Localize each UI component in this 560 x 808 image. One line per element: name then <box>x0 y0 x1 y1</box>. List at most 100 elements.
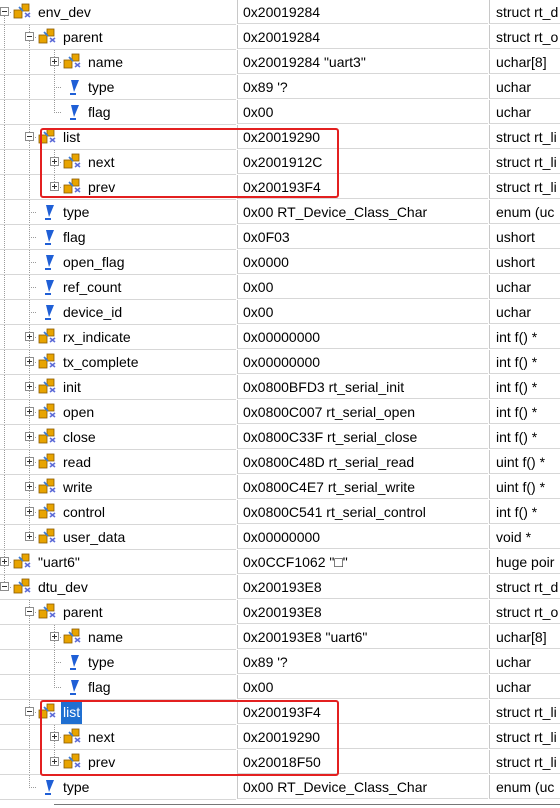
name-cell[interactable]: close <box>0 425 236 450</box>
name-cell[interactable]: write <box>0 475 236 500</box>
expand-toggle-icon[interactable] <box>25 332 34 341</box>
expand-toggle-icon[interactable] <box>50 157 59 166</box>
tree-row[interactable]: init 0x0800BFD3 rt_serial_init int f() * <box>0 375 560 400</box>
value-cell[interactable]: 0x89 '? <box>237 650 488 674</box>
name-cell[interactable]: dtu_dev <box>0 575 236 600</box>
value-cell[interactable]: 0x00 RT_Device_Class_Char <box>237 775 488 799</box>
name-cell[interactable]: read <box>0 450 236 475</box>
name-cell[interactable]: type <box>0 650 236 675</box>
tree-row[interactable]: next 0x2001912C struct rt_li <box>0 150 560 175</box>
name-cell[interactable]: next <box>0 150 236 175</box>
expand-toggle-icon[interactable] <box>25 507 34 516</box>
expand-toggle-icon[interactable] <box>50 182 59 191</box>
collapse-toggle-icon[interactable] <box>25 607 34 616</box>
name-cell[interactable]: flag <box>0 675 236 700</box>
name-cell[interactable]: next <box>0 725 236 750</box>
value-cell[interactable]: 0x00 <box>237 100 488 124</box>
name-cell[interactable]: parent <box>0 25 236 50</box>
tree-row[interactable]: list 0x20019290 struct rt_li <box>0 125 560 150</box>
collapse-toggle-icon[interactable] <box>0 7 9 16</box>
tree-row[interactable]: list 0x200193F4 struct rt_li <box>0 700 560 725</box>
value-cell[interactable]: 0x20019284 <box>237 0 488 24</box>
name-cell[interactable]: open_flag <box>0 250 236 275</box>
tree-row[interactable]: type 0x89 '? uchar <box>0 75 560 100</box>
value-cell[interactable]: 0x20019290 <box>237 125 488 149</box>
tree-row[interactable]: user_data 0x00000000 void * <box>0 525 560 550</box>
name-cell[interactable]: device_id <box>0 300 236 325</box>
name-cell[interactable]: list <box>0 700 236 725</box>
value-cell[interactable]: 0x00000000 <box>237 525 488 549</box>
tree-row[interactable]: type 0x89 '? uchar <box>0 650 560 675</box>
value-cell[interactable]: 0x20019284 <box>237 25 488 49</box>
tree-row[interactable]: type 0x00 RT_Device_Class_Char enum (uc <box>0 775 560 800</box>
value-cell[interactable]: 0x0800C48D rt_serial_read <box>237 450 488 474</box>
collapse-toggle-icon[interactable] <box>25 707 34 716</box>
value-cell[interactable]: 0x20019284 "uart3" <box>237 50 488 74</box>
expand-toggle-icon[interactable] <box>50 732 59 741</box>
tree-row[interactable]: parent 0x200193E8 struct rt_o <box>0 600 560 625</box>
tree-row[interactable]: name 0x20019284 "uart3" uchar[8] <box>0 50 560 75</box>
value-cell[interactable]: 0x20019290 <box>237 725 488 749</box>
name-cell[interactable]: open <box>0 400 236 425</box>
tree-row[interactable]: parent 0x20019284 struct rt_o <box>0 25 560 50</box>
tree-row[interactable]: close 0x0800C33F rt_serial_close int f() * <box>0 425 560 450</box>
value-cell[interactable]: 0x200193F4 <box>237 700 488 724</box>
name-cell[interactable]: control <box>0 500 236 525</box>
value-cell[interactable]: 0x0CCF1062 "□" <box>237 550 488 574</box>
name-cell[interactable]: tx_complete <box>0 350 236 375</box>
expand-toggle-icon[interactable] <box>50 57 59 66</box>
tree-row[interactable]: flag 0x00 uchar <box>0 100 560 125</box>
tree-row[interactable]: dtu_dev 0x200193E8 struct rt_d <box>0 575 560 600</box>
name-cell[interactable]: env_dev <box>0 0 236 25</box>
expand-toggle-icon[interactable] <box>25 357 34 366</box>
tree-row[interactable]: next 0x20019290 struct rt_li <box>0 725 560 750</box>
expand-toggle-icon[interactable] <box>25 407 34 416</box>
value-cell[interactable]: 0x200193E8 <box>237 575 488 599</box>
name-cell[interactable]: "uart6" <box>0 550 236 575</box>
value-cell[interactable]: 0x00 <box>237 275 488 299</box>
name-cell[interactable]: name <box>0 50 236 75</box>
name-cell[interactable]: type <box>0 775 236 800</box>
expand-toggle-icon[interactable] <box>25 482 34 491</box>
value-cell[interactable]: 0x200193E8 <box>237 600 488 624</box>
tree-row[interactable]: tx_complete 0x00000000 int f() * <box>0 350 560 375</box>
tree-row[interactable]: ref_count 0x00 uchar <box>0 275 560 300</box>
name-cell[interactable]: init <box>0 375 236 400</box>
name-cell[interactable]: rx_indicate <box>0 325 236 350</box>
name-cell[interactable]: flag <box>0 225 236 250</box>
value-cell[interactable]: 0x00 <box>237 300 488 324</box>
value-cell[interactable]: 0x20018F50 <box>237 750 488 774</box>
name-cell[interactable]: name <box>0 625 236 650</box>
tree-row[interactable]: flag 0x0F03 ushort <box>0 225 560 250</box>
collapse-toggle-icon[interactable] <box>25 132 34 141</box>
tree-row[interactable]: flag 0x00 uchar <box>0 675 560 700</box>
tree-row[interactable]: write 0x0800C4E7 rt_serial_write uint f() … <box>0 475 560 500</box>
value-cell[interactable]: 0x0F03 <box>237 225 488 249</box>
value-cell[interactable]: 0x00 RT_Device_Class_Char <box>237 200 488 224</box>
expand-toggle-icon[interactable] <box>0 557 9 566</box>
value-cell[interactable]: 0x00000000 <box>237 350 488 374</box>
name-cell[interactable]: ref_count <box>0 275 236 300</box>
value-cell[interactable]: 0x0800C007 rt_serial_open <box>237 400 488 424</box>
expand-toggle-icon[interactable] <box>50 757 59 766</box>
expand-toggle-icon[interactable] <box>25 532 34 541</box>
tree-row[interactable]: type 0x00 RT_Device_Class_Char enum (uc <box>0 200 560 225</box>
value-cell[interactable]: 0x0000 <box>237 250 488 274</box>
value-cell[interactable]: 0x0800C541 rt_serial_control <box>237 500 488 524</box>
tree-row[interactable]: env_dev 0x20019284 struct rt_d <box>0 0 560 25</box>
tree-row[interactable]: read 0x0800C48D rt_serial_read uint f() * <box>0 450 560 475</box>
value-cell[interactable]: 0x00 <box>237 675 488 699</box>
name-cell[interactable]: prev <box>0 175 236 200</box>
value-cell[interactable]: 0x200193F4 <box>237 175 488 199</box>
expand-toggle-icon[interactable] <box>50 632 59 641</box>
expand-toggle-icon[interactable] <box>25 432 34 441</box>
value-cell[interactable]: 0x200193E8 "uart6" <box>237 625 488 649</box>
name-cell[interactable]: flag <box>0 100 236 125</box>
tree-row[interactable]: prev 0x20018F50 struct rt_li <box>0 750 560 775</box>
tree-row[interactable]: rx_indicate 0x00000000 int f() * <box>0 325 560 350</box>
value-cell[interactable]: 0x0800C33F rt_serial_close <box>237 425 488 449</box>
tree-row[interactable]: device_id 0x00 uchar <box>0 300 560 325</box>
value-cell[interactable]: 0x0800C4E7 rt_serial_write <box>237 475 488 499</box>
name-cell[interactable]: user_data <box>0 525 236 550</box>
name-cell[interactable]: type <box>0 75 236 100</box>
